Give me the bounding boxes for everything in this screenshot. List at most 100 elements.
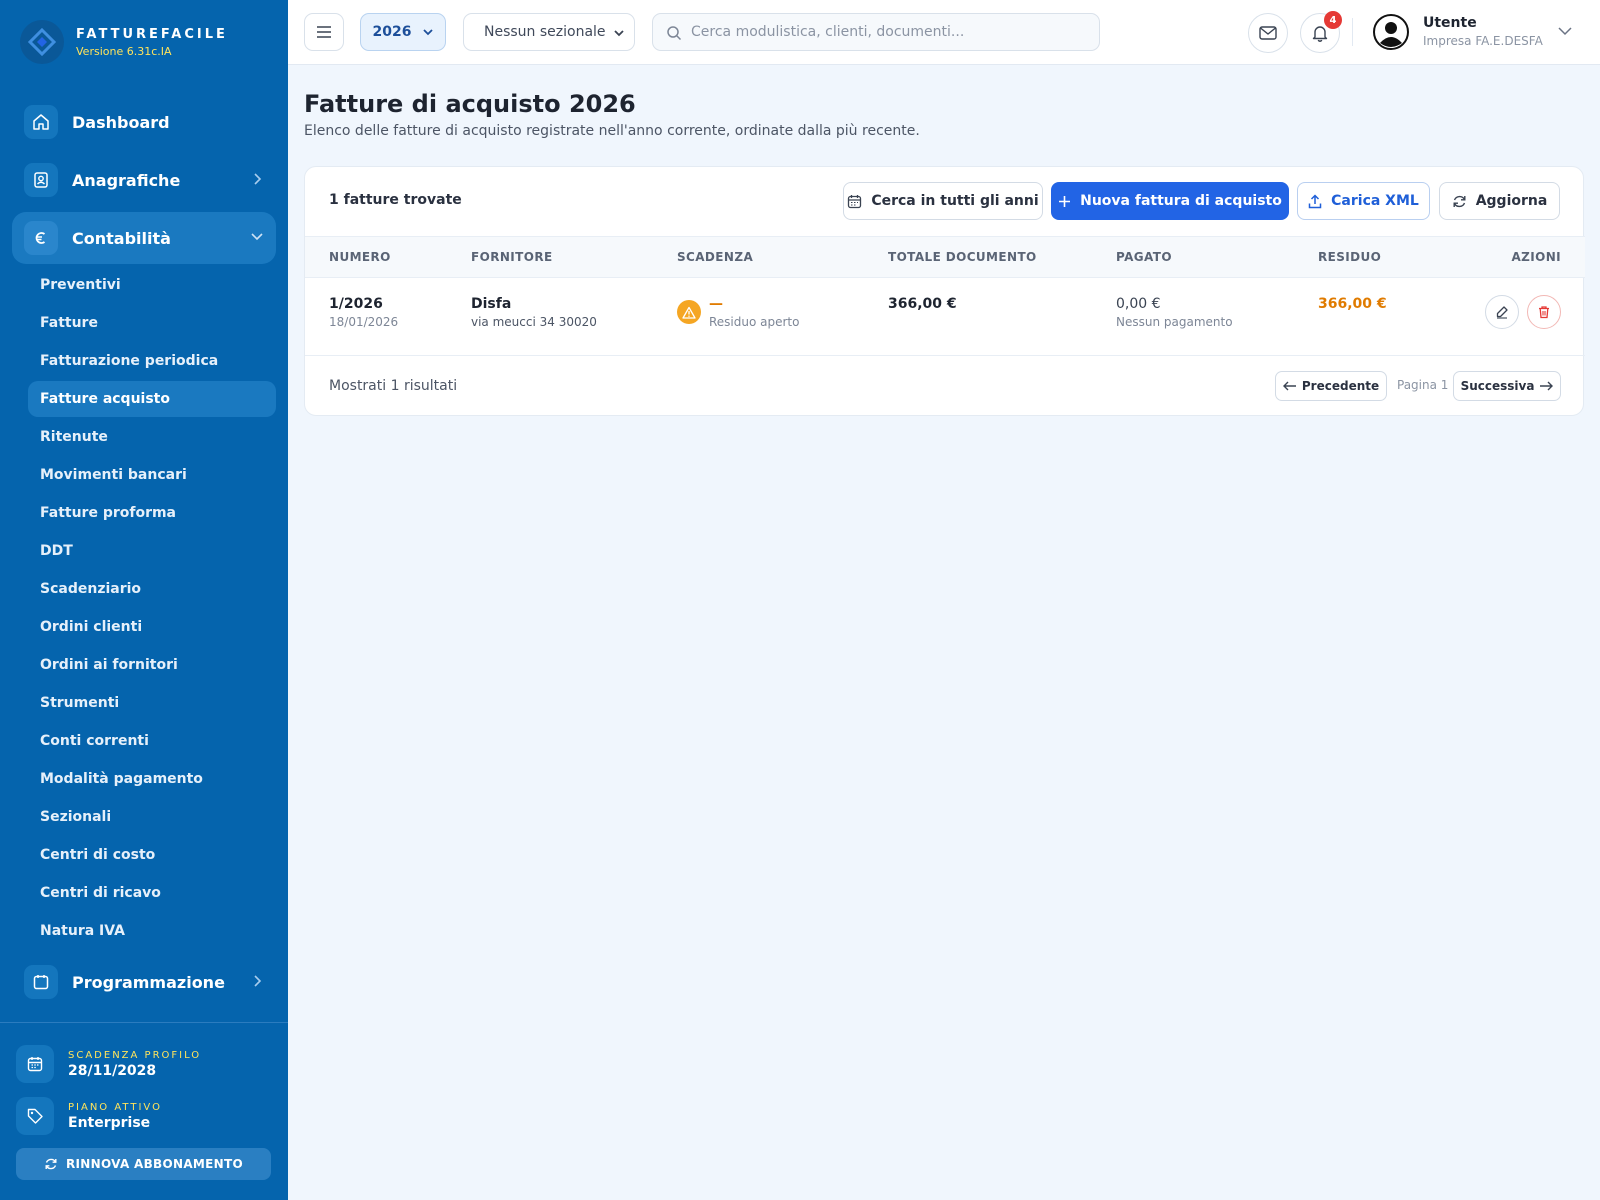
chevron-right-icon <box>254 173 262 185</box>
brand-name: FATTUREFACILE <box>76 26 228 42</box>
previous-page-label: Precedente <box>1301 379 1380 393</box>
search-all-years-button[interactable]: Cerca in tutti gli anni <box>843 182 1043 220</box>
column-header-pagato[interactable]: PAGATO <box>1116 250 1172 264</box>
arrow-right-icon <box>1540 381 1554 391</box>
next-page-button[interactable]: Successiva <box>1453 371 1561 401</box>
column-header-numero[interactable]: NUMERO <box>329 250 391 264</box>
column-header-azioni: AZIONI <box>1511 250 1561 264</box>
chevron-down-icon <box>614 30 624 37</box>
calendar-icon <box>16 1045 54 1083</box>
active-plan-value: Enterprise <box>68 1114 151 1131</box>
calendar-icon <box>848 194 862 208</box>
year-select-value: 2026 <box>372 24 412 40</box>
nav-contabilita-label: Contabilità <box>72 228 171 248</box>
search-icon <box>667 26 682 41</box>
residual-amount: 366,00 € <box>1318 296 1387 312</box>
user-company: Impresa FA.E.DESFA <box>1423 34 1543 48</box>
sidebar-subitem-ritenute[interactable]: Ritenute <box>28 419 276 455</box>
profile-expiry: SCADENZA PROFILO 28/11/2028 <box>16 1045 201 1083</box>
paid-amount: 0,00 € <box>1116 296 1161 312</box>
sidebar-subitem-fatturazione-periodica[interactable]: Fatturazione periodica <box>28 343 276 379</box>
topbar-divider <box>1352 18 1353 46</box>
sidebar-divider <box>0 1022 288 1023</box>
invoice-number[interactable]: 1/2026 <box>329 296 383 312</box>
trash-icon <box>1539 306 1549 319</box>
sidebar-subitem-centri-di-costo[interactable]: Centri di costo <box>28 837 276 873</box>
sezionale-select[interactable]: Nessun sezionale <box>463 13 635 51</box>
sidebar-subitem-ordini-ai-fornitori[interactable]: Ordini ai fornitori <box>28 647 276 683</box>
sidebar-subitem-scadenziario[interactable]: Scadenziario <box>28 571 276 607</box>
edit-icon <box>1496 306 1508 319</box>
sidebar-subitem-fatture[interactable]: Fatture <box>28 305 276 341</box>
next-page-label: Successiva <box>1460 379 1535 393</box>
global-search-placeholder: Cerca modulistica, clienti, documenti... <box>691 24 965 40</box>
sidebar-subitem-modalit-pagamento[interactable]: Modalità pagamento <box>28 761 276 797</box>
sidebar-subitem-conti-correnti[interactable]: Conti correnti <box>28 723 276 759</box>
brand[interactable]: FATTUREFACILE Versione 6.31c.IA <box>20 20 228 64</box>
year-select[interactable]: 2026 <box>360 13 446 51</box>
sidebar-subitem-ddt[interactable]: DDT <box>28 533 276 569</box>
mail-icon <box>1259 26 1277 40</box>
nav-anagrafiche[interactable]: Anagrafiche <box>12 154 276 206</box>
delete-button[interactable] <box>1527 295 1561 329</box>
new-purchase-invoice-button[interactable]: Nuova fattura di acquisto <box>1051 182 1289 220</box>
renew-subscription-button[interactable]: RINNOVA ABBONAMENTO <box>16 1148 271 1180</box>
hamburger-icon <box>317 26 331 38</box>
user-name[interactable]: Utente <box>1423 15 1477 31</box>
due-date: — <box>709 296 723 312</box>
column-header-totale[interactable]: TOTALE DOCUMENTO <box>888 250 1037 264</box>
sidebar-subitem-fatture-proforma[interactable]: Fatture proforma <box>28 495 276 531</box>
active-plan: PIANO ATTIVO Enterprise <box>16 1097 162 1135</box>
tag-icon <box>16 1097 54 1135</box>
column-header-scadenza[interactable]: SCADENZA <box>677 250 753 264</box>
sidebar: FATTUREFACILE Versione 6.31c.IA Dashboar… <box>0 0 288 1200</box>
chevron-down-icon[interactable] <box>1558 26 1572 36</box>
page-indicator: Pagina 1 <box>1397 378 1449 392</box>
nav-programmazione-label: Programmazione <box>72 972 225 992</box>
edit-button[interactable] <box>1485 295 1519 329</box>
chevron-down-icon <box>251 233 263 241</box>
sidebar-subitem-strumenti[interactable]: Strumenti <box>28 685 276 721</box>
supplier-name: Disfa <box>471 296 512 312</box>
nav-anagrafiche-label: Anagrafiche <box>72 170 181 190</box>
calendar-icon <box>24 965 58 999</box>
column-header-fornitore[interactable]: FORNITORE <box>471 250 553 264</box>
global-search-input[interactable]: Cerca modulistica, clienti, documenti... <box>652 13 1100 51</box>
nav-contabilita[interactable]: Contabilità <box>12 212 276 264</box>
brand-version: Versione 6.31c.IA <box>76 44 172 58</box>
nav-dashboard[interactable]: Dashboard <box>12 96 276 148</box>
contacts-icon <box>24 163 58 197</box>
nav-programmazione[interactable]: Programmazione <box>12 956 276 1008</box>
messages-button[interactable] <box>1248 13 1288 53</box>
refresh-icon <box>1453 195 1466 207</box>
upload-xml-label: Carica XML <box>1331 193 1419 209</box>
table-header: NUMERO FORNITORE SCADENZA TOTALE DOCUMEN… <box>305 236 1585 278</box>
sidebar-subitem-fatture-acquisto[interactable]: Fatture acquisto <box>28 381 276 417</box>
menu-toggle-button[interactable] <box>304 13 344 51</box>
nav-dashboard-label: Dashboard <box>72 112 170 132</box>
sidebar-subitem-centri-di-ricavo[interactable]: Centri di ricavo <box>28 875 276 911</box>
upload-xml-button[interactable]: Carica XML <box>1297 182 1430 220</box>
brand-logo-icon <box>20 20 64 64</box>
column-header-residuo[interactable]: RESIDUO <box>1318 250 1381 264</box>
avatar[interactable] <box>1373 14 1409 50</box>
invoices-card: 1 fatture trovate Cerca in tutti gli ann… <box>304 166 1585 416</box>
warning-icon <box>677 300 701 324</box>
sidebar-subitem-movimenti-bancari[interactable]: Movimenti bancari <box>28 457 276 493</box>
new-purchase-invoice-label: Nuova fattura di acquisto <box>1080 193 1282 209</box>
refresh-button[interactable]: Aggiorna <box>1439 182 1560 220</box>
supplier-address: via meucci 34 30020 <box>471 315 597 329</box>
sidebar-subitem-preventivi[interactable]: Preventivi <box>28 267 276 303</box>
refresh-icon <box>45 1158 57 1170</box>
arrow-left-icon <box>1282 381 1296 391</box>
table-row[interactable]: 1/2026 18/01/2026 Disfa via meucci 34 30… <box>305 278 1585 356</box>
document-total: 366,00 € <box>888 296 957 312</box>
previous-page-button[interactable]: Precedente <box>1275 371 1387 401</box>
results-summary: Mostrati 1 risultati <box>329 378 458 394</box>
sidebar-subitem-sezionali[interactable]: Sezionali <box>28 799 276 835</box>
topbar: 2026 Nessun sezionale Cerca modulistica,… <box>288 0 1600 65</box>
sidebar-subitem-natura-iva[interactable]: Natura IVA <box>28 913 276 949</box>
sezionale-select-value: Nessun sezionale <box>484 24 606 40</box>
sidebar-subitem-ordini-clienti[interactable]: Ordini clienti <box>28 609 276 645</box>
active-plan-label: PIANO ATTIVO <box>68 1101 162 1113</box>
